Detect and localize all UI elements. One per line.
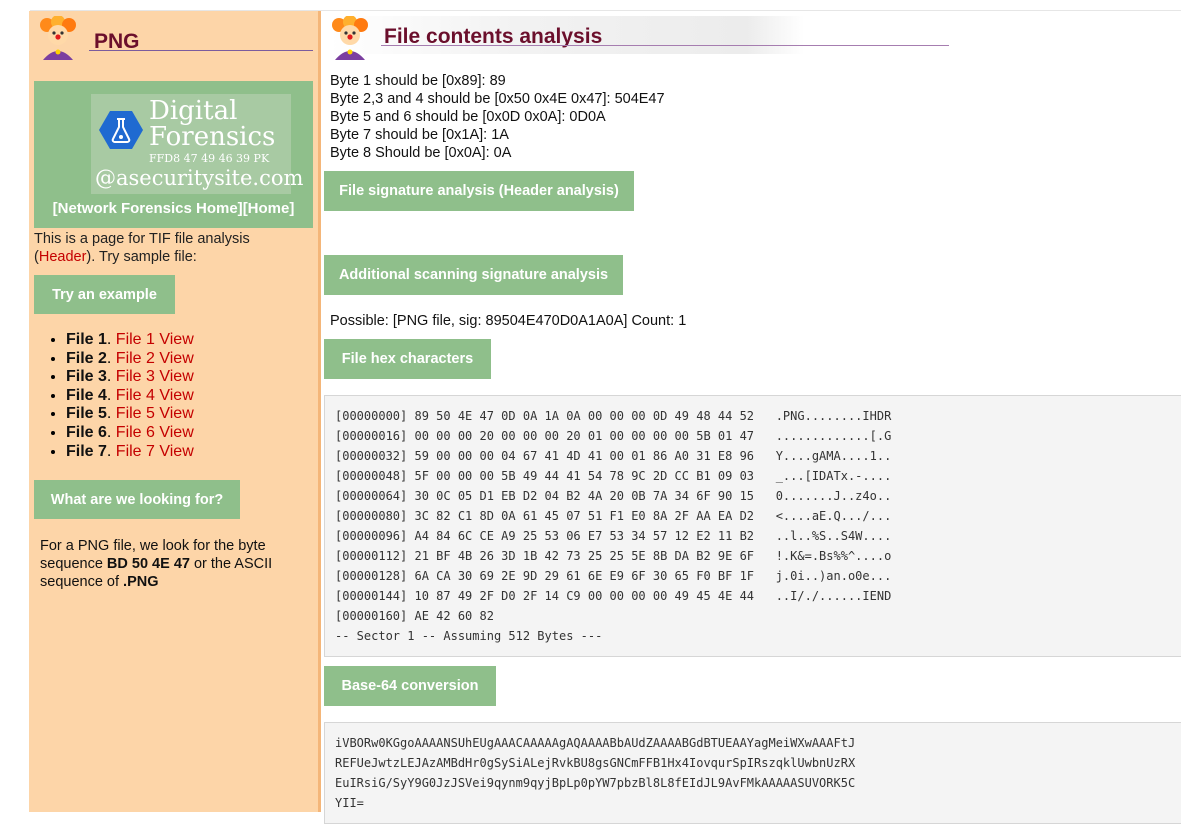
title-rule — [381, 45, 949, 46]
list-item: File 6. File 6 View — [66, 424, 194, 443]
logo-site-name: @asecuritysite.com — [95, 166, 304, 190]
logo-hex-string: FFD8 47 49 46 39 PK — [149, 152, 270, 165]
base64-box: iVBORw0KGgoAAAANSUhEUgAAACAAAAAgAQAAAABb… — [324, 722, 1181, 824]
site-banner: Digital Forensics FFD8 47 49 46 39 PK @a… — [34, 81, 313, 228]
digital-forensics-logo[interactable]: Digital Forensics FFD8 47 49 46 39 PK @a… — [91, 94, 303, 194]
file-view-link[interactable]: File 6 View — [116, 424, 194, 441]
file-view-link[interactable]: File 4 View — [116, 387, 194, 404]
list-item: File 7. File 7 View — [66, 443, 194, 462]
byte-check-results: Byte 1 should be [0x89]: 89 Byte 2,3 and… — [330, 72, 665, 162]
hex-line: [00000032] 59 00 00 00 04 67 41 4D 41 00… — [335, 449, 892, 463]
list-item: File 4. File 4 View — [66, 387, 194, 406]
desc-byte-sequence: BD 50 4E 47 — [106, 556, 190, 572]
intro-text-end: ). Try sample file: — [86, 249, 197, 265]
file-label: File 3 — [66, 368, 107, 386]
byte-check-line: Byte 7 should be [0x1A]: 1A — [330, 127, 509, 143]
sidebar-header: PNG — [37, 16, 313, 62]
file-label: File 7 — [66, 442, 107, 460]
file-label: File 6 — [66, 423, 107, 441]
hex-sector-note: -- Sector 1 -- Assuming 512 Bytes --- — [335, 629, 603, 643]
byte-check-line: Byte 5 and 6 should be [0x0D 0x0A]: 0D0A — [330, 109, 606, 125]
hex-dump: [00000000] 89 50 4E 47 0D 0A 1A 0A 00 00… — [325, 396, 1181, 646]
clown-mascot-icon — [40, 16, 76, 60]
hex-line: [00000144] 10 87 49 2F D0 2F 14 C9 00 00… — [335, 589, 892, 603]
sidebar-title-rule — [89, 50, 313, 51]
try-example-button[interactable]: Try an example — [34, 275, 175, 314]
sidebar: PNG Digital Forensics FFD8 47 49 46 39 P… — [29, 11, 321, 812]
base64-output: iVBORw0KGgoAAAANSUhEUgAAACAAAAAgAQAAAABb… — [325, 723, 1181, 813]
main-header: File contents analysis — [329, 16, 949, 62]
list-item: File 5. File 5 View — [66, 405, 194, 424]
file-view-link[interactable]: File 3 View — [116, 368, 194, 385]
file-hex-characters-button[interactable]: File hex characters — [324, 339, 491, 379]
hex-line: [00000112] 21 BF 4B 26 3D 1B 42 73 25 25… — [335, 549, 892, 563]
signature-description: For a PNG file, we look for the byte seq… — [40, 537, 302, 591]
sidebar-intro: This is a page for TIF file analysis (He… — [34, 230, 304, 266]
base64-line: iVBORw0KGgoAAAANSUhEUgAAACAAAAAgAQAAAABb… — [335, 736, 856, 750]
file-signature-analysis-button[interactable]: File signature analysis (Header analysis… — [324, 171, 634, 211]
byte-check-line: Byte 2,3 and 4 should be [0x50 0x4E 0x47… — [330, 91, 665, 107]
hex-line: [00000096] A4 84 6C CE A9 25 53 06 E7 53… — [335, 529, 892, 543]
list-item: File 2. File 2 View — [66, 350, 194, 369]
hex-line: [00000064] 30 0C 05 D1 EB D2 04 B2 4A 20… — [335, 489, 892, 503]
base64-conversion-button[interactable]: Base-64 conversion — [324, 666, 496, 706]
file-label: File 2 — [66, 349, 107, 367]
base64-line: REFUeJwtzLEJAzAMBdHr0gSySiALejRvkBU8gsGN… — [335, 756, 856, 770]
file-label: File 5 — [66, 405, 107, 423]
logo-text-digital: Digital — [149, 96, 238, 126]
base64-line: EuIRsiG/SyY9G0JzJSVei9qynm9qyjBpLp0pYW7p… — [335, 776, 856, 790]
file-view-link[interactable]: File 5 View — [116, 405, 194, 422]
what-are-we-looking-for-button[interactable]: What are we looking for? — [34, 480, 240, 519]
clown-mascot-icon — [332, 16, 368, 60]
list-item: File 3. File 3 View — [66, 368, 194, 387]
byte-check-line: Byte 1 should be [0x89]: 89 — [330, 73, 506, 89]
byte-check-line: Byte 8 Should be [0x0A]: 0A — [330, 145, 512, 161]
file-view-link[interactable]: File 7 View — [116, 443, 194, 460]
hex-line: [00000000] 89 50 4E 47 0D 0A 1A 0A 00 00… — [335, 409, 892, 423]
hex-dump-box: [00000000] 89 50 4E 47 0D 0A 1A 0A 00 00… — [324, 395, 1181, 657]
desc-ascii-sequence: .PNG — [123, 574, 159, 590]
banner-links: [Network Forensics Home][Home] — [34, 200, 313, 217]
hex-line: [00000048] 5F 00 00 00 5B 49 44 41 54 78… — [335, 469, 892, 483]
flask-hexagon-icon — [99, 111, 143, 149]
network-forensics-home-link[interactable]: [Network Forensics Home] — [53, 200, 243, 217]
hex-line: [00000128] 6A CA 30 69 2E 9D 29 61 6E E9… — [335, 569, 892, 583]
sample-file-list: File 1. File 1 View File 2. File 2 View … — [51, 331, 194, 461]
hex-line: [00000016] 00 00 00 20 00 00 00 20 01 00… — [335, 429, 892, 443]
file-label: File 4 — [66, 386, 107, 404]
hex-line: [00000160] AE 42 60 82 — [335, 609, 494, 623]
base64-line: YII= — [335, 796, 364, 810]
list-item: File 1. File 1 View — [66, 331, 194, 350]
home-link[interactable]: [Home] — [243, 200, 295, 217]
additional-scanning-button[interactable]: Additional scanning signature analysis — [324, 255, 623, 295]
file-label: File 1 — [66, 331, 107, 348]
hex-line: [00000080] 3C 82 C1 8D 0A 61 45 07 51 F1… — [335, 509, 892, 523]
file-view-link[interactable]: File 1 View — [116, 331, 194, 348]
header-link[interactable]: Header — [39, 249, 87, 265]
file-view-link[interactable]: File 2 View — [116, 350, 194, 367]
possible-signature-result: Possible: [PNG file, sig: 89504E470D0A1A… — [330, 313, 687, 329]
logo-text-forensics: Forensics — [149, 122, 276, 152]
